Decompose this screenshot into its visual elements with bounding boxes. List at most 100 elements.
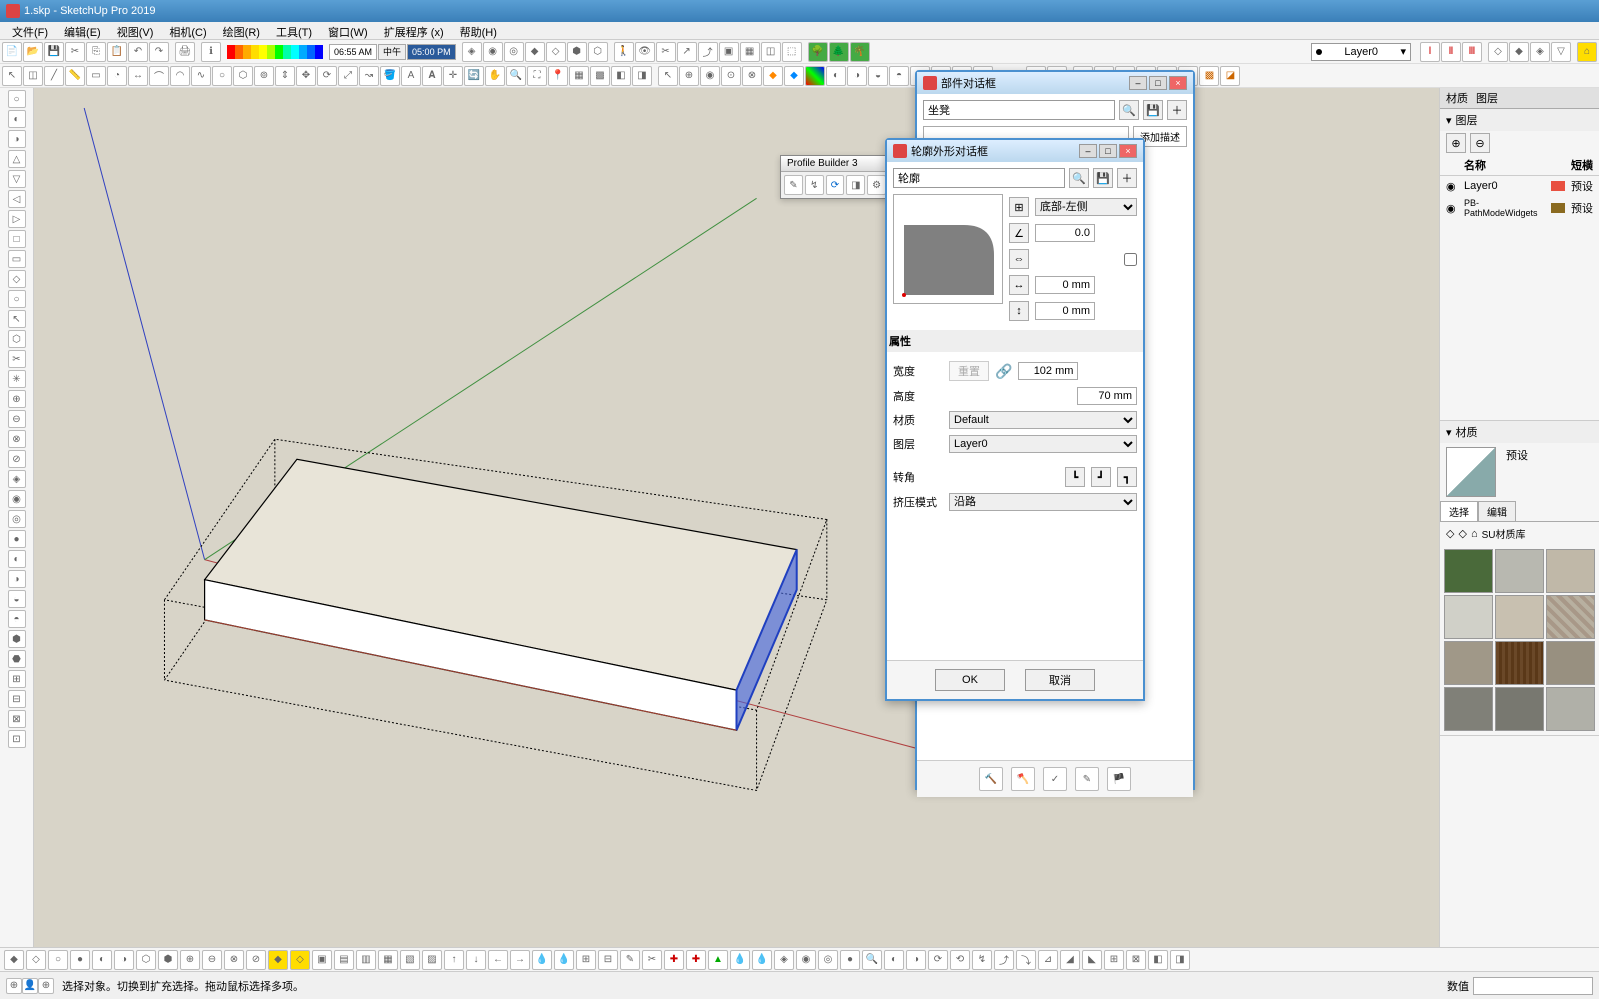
width-input[interactable] — [1018, 362, 1078, 380]
layers-section-header[interactable]: ▾ 图层 — [1440, 109, 1599, 131]
tab-layers[interactable]: 图层 — [1476, 90, 1498, 106]
red2-icon[interactable]: Ⅱ — [1441, 42, 1461, 62]
lt17-icon[interactable]: ⊖ — [8, 410, 26, 428]
add-layer-icon[interactable]: ⊕ — [1446, 133, 1466, 153]
color1-icon[interactable]: ◆ — [763, 66, 783, 86]
dlg1-tool5-icon[interactable]: 🏴 — [1107, 767, 1131, 791]
sel2-icon[interactable]: ↖ — [658, 66, 678, 86]
profile-builder-toolbar[interactable]: Profile Builder 3 ✎ ↯ ⟳ ◨ ⚙ — [780, 155, 890, 199]
scale-icon[interactable]: ⤢ — [338, 66, 358, 86]
bt20-icon[interactable]: ▨ — [422, 950, 442, 970]
home-icon[interactable]: ⌂ — [1471, 528, 1478, 540]
pb-settings-icon[interactable]: ⚙ — [867, 175, 886, 195]
lt4-icon[interactable]: △ — [8, 150, 26, 168]
bt17-icon[interactable]: ▥ — [356, 950, 376, 970]
warehouse-icon[interactable]: ⌂ — [1577, 42, 1597, 62]
dlg1-titlebar[interactable]: 部件对话框 – □ × — [917, 72, 1193, 94]
lt24-icon[interactable]: ◐ — [8, 550, 26, 568]
eraser-icon[interactable]: ◫ — [23, 66, 43, 86]
bt50-icon[interactable]: ◣ — [1082, 950, 1102, 970]
dlg2-close-icon[interactable]: × — [1119, 144, 1137, 158]
material-swatch[interactable] — [1495, 595, 1544, 639]
save-icon[interactable]: 💾 — [44, 42, 64, 62]
pushpull-icon[interactable]: ⇕ — [275, 66, 295, 86]
bt40-icon[interactable]: 🔍 — [862, 950, 882, 970]
ext-j8-icon[interactable]: ◪ — [1220, 66, 1240, 86]
tool-h2-icon[interactable]: ⊙ — [721, 66, 741, 86]
lt2-icon[interactable]: ◐ — [8, 110, 26, 128]
material-swatch[interactable] — [1444, 687, 1493, 731]
bt16-icon[interactable]: ▤ — [334, 950, 354, 970]
ext4-icon[interactable]: ▽ — [1551, 42, 1571, 62]
lt25-icon[interactable]: ◑ — [8, 570, 26, 588]
visibility-icon[interactable]: ◉ — [1446, 180, 1458, 193]
orbit-icon[interactable]: 🔄 — [464, 66, 484, 86]
dlg2-max-icon[interactable]: □ — [1099, 144, 1117, 158]
bt24-icon[interactable]: → — [510, 950, 530, 970]
tool-e-icon[interactable]: ◫ — [761, 42, 781, 62]
red1-icon[interactable]: Ⅰ — [1420, 42, 1440, 62]
bt42-icon[interactable]: ◑ — [906, 950, 926, 970]
lt14-icon[interactable]: ✂ — [8, 350, 26, 368]
move-icon[interactable]: ✥ — [296, 66, 316, 86]
remove-layer-icon[interactable]: ⊖ — [1470, 133, 1490, 153]
lt28-icon[interactable]: ⬢ — [8, 630, 26, 648]
material-swatch[interactable] — [1495, 687, 1544, 731]
dlg1-tool3-icon[interactable]: ✓ — [1043, 767, 1067, 791]
tool-g1-icon[interactable]: ▦ — [569, 66, 589, 86]
layer-select[interactable]: Layer0 — [949, 435, 1137, 453]
lt10-icon[interactable]: ◇ — [8, 270, 26, 288]
open-icon[interactable]: 📂 — [23, 42, 43, 62]
value-input[interactable] — [1473, 977, 1593, 995]
dlg2-min-icon[interactable]: – — [1079, 144, 1097, 158]
lt21-icon[interactable]: ◉ — [8, 490, 26, 508]
line-icon[interactable]: ╱ — [44, 66, 64, 86]
search-icon[interactable]: 🔍 — [1119, 100, 1139, 120]
tab-edit[interactable]: 编辑 — [1478, 501, 1516, 521]
bt53-icon[interactable]: ◧ — [1148, 950, 1168, 970]
bt10-icon[interactable]: ⊖ — [202, 950, 222, 970]
style7-icon[interactable]: ⬡ — [588, 42, 608, 62]
bt1-icon[interactable]: ◆ — [4, 950, 24, 970]
bt13-icon[interactable]: ◆ — [268, 950, 288, 970]
mirror-checkbox[interactable] — [1124, 253, 1137, 266]
bt28-icon[interactable]: ⊟ — [598, 950, 618, 970]
status-icon1[interactable]: ⊕ — [6, 978, 22, 994]
material-swatch[interactable] — [1444, 641, 1493, 685]
bt32-icon[interactable]: ✚ — [686, 950, 706, 970]
lt9-icon[interactable]: ▭ — [8, 250, 26, 268]
lt13-icon[interactable]: ⬡ — [8, 330, 26, 348]
material-swatch[interactable] — [1444, 549, 1493, 593]
bt52-icon[interactable]: ⊠ — [1126, 950, 1146, 970]
tree3-icon[interactable]: 🌴 — [850, 42, 870, 62]
select-icon[interactable]: ↖ — [2, 66, 22, 86]
dlg2-add-icon[interactable]: ＋ — [1117, 168, 1137, 188]
ok-button[interactable]: OK — [935, 669, 1005, 691]
dlg2-search-input[interactable] — [893, 168, 1065, 188]
tool-d-icon[interactable]: ▦ — [740, 42, 760, 62]
menu-edit[interactable]: 编辑(E) — [56, 22, 109, 39]
reset-button[interactable]: 重置 — [949, 361, 989, 381]
menu-window[interactable]: 窗口(W) — [320, 22, 376, 39]
undo-icon[interactable]: ↶ — [128, 42, 148, 62]
polygon-icon[interactable]: ⬡ — [233, 66, 253, 86]
bt33-icon[interactable]: ▲ — [708, 950, 728, 970]
menu-extensions[interactable]: 扩展程序 (x) — [376, 22, 452, 39]
menu-view[interactable]: 视图(V) — [109, 22, 162, 39]
bt45-icon[interactable]: ↯ — [972, 950, 992, 970]
bt38-icon[interactable]: ◎ — [818, 950, 838, 970]
ext3-icon[interactable]: ◈ — [1530, 42, 1550, 62]
lt33-icon[interactable]: ⊡ — [8, 730, 26, 748]
section-icon[interactable]: ✂ — [656, 42, 676, 62]
angle-input[interactable] — [1035, 224, 1095, 242]
lt1-icon[interactable]: ○ — [8, 90, 26, 108]
anchor-select[interactable]: 底部-左侧 — [1035, 198, 1137, 216]
print-icon[interactable]: 🖨 — [175, 42, 195, 62]
material-swatch[interactable] — [1444, 595, 1493, 639]
bt47-icon[interactable]: ⤵ — [1016, 950, 1036, 970]
tool-i2-icon[interactable]: ◑ — [847, 66, 867, 86]
lt32-icon[interactable]: ⊠ — [8, 710, 26, 728]
tool-g3-icon[interactable]: ◧ — [611, 66, 631, 86]
menu-help[interactable]: 帮助(H) — [452, 22, 505, 39]
bt18-icon[interactable]: ▦ — [378, 950, 398, 970]
